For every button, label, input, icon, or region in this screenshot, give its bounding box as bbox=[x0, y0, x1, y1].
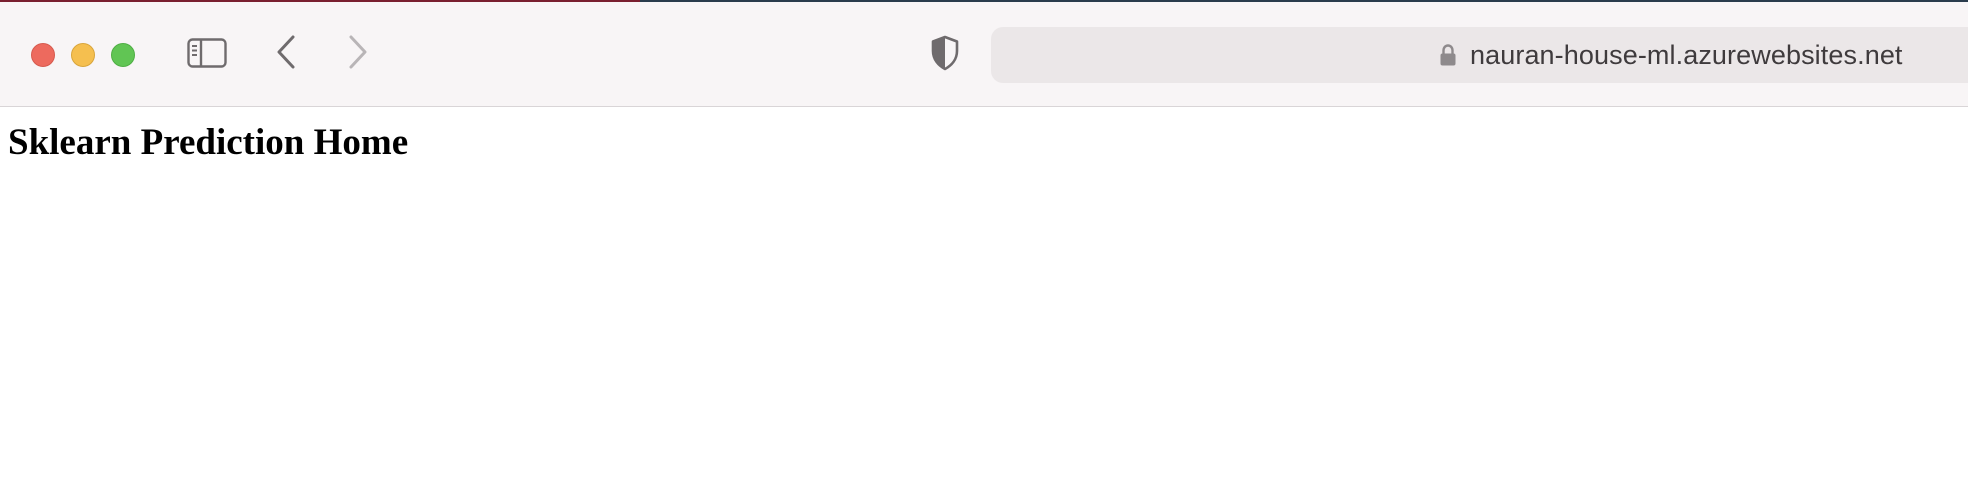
window-maximize-button[interactable] bbox=[111, 43, 135, 67]
back-button[interactable] bbox=[268, 32, 304, 76]
window-close-button[interactable] bbox=[31, 43, 55, 67]
page-content: Sklearn Prediction Home bbox=[0, 107, 1968, 496]
window-minimize-button[interactable] bbox=[71, 43, 95, 67]
shield-icon bbox=[930, 35, 960, 76]
sidebar-icon bbox=[187, 37, 227, 73]
chevron-right-icon bbox=[347, 34, 369, 75]
address-bar-content: nauran-house-ml.azurewebsites.net bbox=[1439, 27, 1903, 83]
sidebar-toggle-button[interactable] bbox=[184, 34, 230, 76]
privacy-report-button[interactable] bbox=[925, 33, 965, 77]
browser-toolbar: nauran-house-ml.azurewebsites.net bbox=[0, 2, 1968, 107]
chevron-left-icon bbox=[275, 34, 297, 75]
address-url-text: nauran-house-ml.azurewebsites.net bbox=[1470, 39, 1903, 70]
page-title: Sklearn Prediction Home bbox=[8, 122, 409, 163]
forward-button[interactable] bbox=[340, 32, 376, 76]
lock-icon bbox=[1439, 43, 1457, 67]
address-bar[interactable]: nauran-house-ml.azurewebsites.net bbox=[991, 27, 1968, 83]
